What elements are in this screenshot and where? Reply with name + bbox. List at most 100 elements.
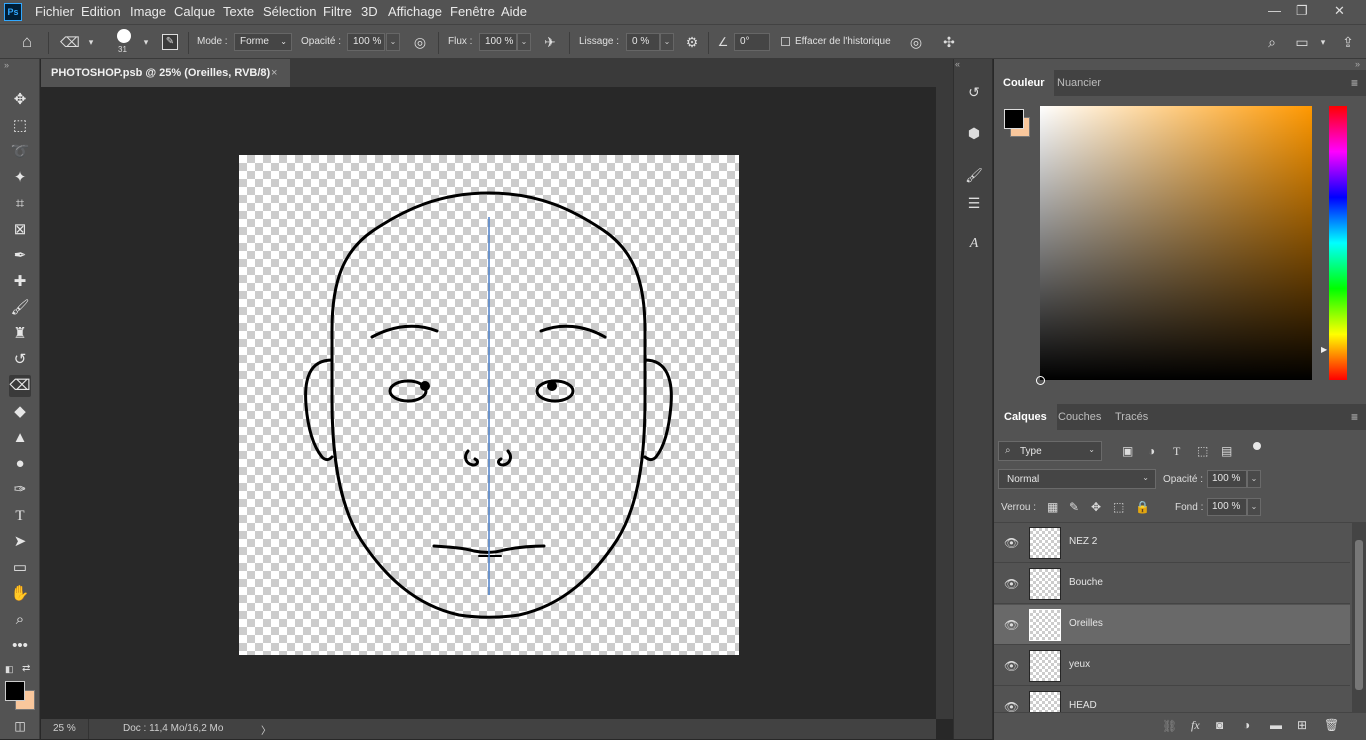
color-foreground-swatch[interactable] [1004,109,1024,129]
healing-brush-tool-icon[interactable]: ✚ [9,271,31,293]
brush-settings-panel-icon[interactable]: 🖌 [963,164,985,186]
brush-settings-icon[interactable]: ✎ [162,34,178,50]
angle-input[interactable]: 0° [734,33,770,51]
symmetry-icon[interactable]: ✣ [940,33,958,51]
new-group-icon[interactable]: ▬ [1270,718,1282,732]
layer-opacity-dropdown[interactable]: ⌄ [1247,470,1261,488]
blend-mode-select[interactable]: Normal ⌄ [998,469,1156,489]
hue-slider-handle[interactable]: ▶ [1321,345,1327,354]
document-tab[interactable]: PHOTOSHOP.psb @ 25% (Oreilles, RVB/8) × [41,59,290,87]
delete-layer-icon[interactable]: 🗑 [1324,718,1339,732]
erase-history-checkbox[interactable] [781,37,790,46]
lock-transparency-icon[interactable]: ▦ [1047,500,1058,514]
eye-icon[interactable]: 👁 [1004,577,1019,591]
airbrush-icon[interactable]: ✈ [541,33,559,51]
filter-smart-object-icon[interactable]: ▤ [1221,444,1232,458]
opacity-input[interactable]: 100 % [347,33,385,51]
marquee-tool-icon[interactable]: ⬚ [9,115,31,137]
lock-position-icon[interactable]: ✥ [1091,500,1101,514]
history-brush-tool-icon[interactable]: ↺ [9,349,31,371]
fill-input[interactable]: 100 % [1207,498,1247,516]
menu-texte[interactable]: Texte [223,4,254,19]
brush-tip-icon[interactable] [117,29,131,43]
zoom-level[interactable]: 25 % [53,723,76,734]
pen-tool-icon[interactable]: ✑ [9,479,31,501]
menu-edition[interactable]: Edition [81,4,121,19]
menu-calque[interactable]: Calque [174,4,215,19]
workspace-icon[interactable]: ▭ [1293,33,1311,51]
layer-row-selected[interactable]: 👁 Oreilles [994,605,1350,645]
link-layers-icon[interactable]: ⛓ [1162,719,1177,733]
frame-tool-icon[interactable]: ⊠ [9,219,31,241]
hue-slider[interactable] [1329,106,1347,380]
eyedropper-tool-icon[interactable]: ✒ [9,245,31,267]
chevron-down-icon[interactable]: ▾ [1314,33,1332,51]
eye-icon[interactable]: 👁 [1004,659,1019,673]
tab-couleur[interactable]: Couleur [994,70,1054,96]
menu-filtre[interactable]: Filtre [323,4,352,19]
layers-scrollbar[interactable] [1352,522,1366,712]
dodge-tool-icon[interactable]: ● [9,453,31,475]
menu-aide[interactable]: Aide [501,4,527,19]
collapse-icon[interactable]: » [4,60,9,70]
filter-adjustment-icon[interactable]: ◑ [1148,444,1155,458]
character-panel-icon[interactable]: A [963,233,985,255]
sharpen-tool-icon[interactable]: ▲ [9,427,31,449]
tab-calques[interactable]: Calques [994,404,1057,430]
filter-type-icon[interactable]: T [1173,444,1180,459]
eraser-preset-icon[interactable]: ⌫ [60,33,80,51]
layers-scrollbar-thumb[interactable] [1355,540,1363,690]
type-tool-icon[interactable]: T [9,505,31,527]
smoothing-dropdown[interactable]: ⌄ [660,33,674,51]
flow-input[interactable]: 100 % [479,33,517,51]
brush-tool-icon[interactable]: 🖌 [9,297,31,319]
filter-shape-icon[interactable]: ⬚ [1197,444,1208,458]
menu-fenetre[interactable]: Fenêtre [450,4,495,19]
eye-icon[interactable]: 👁 [1004,618,1019,632]
fx-icon[interactable]: fx [1191,718,1200,733]
flow-dropdown[interactable]: ⌄ [517,33,531,51]
layer-row[interactable]: 👁 Bouche [994,564,1350,604]
tab-couches[interactable]: Couches [1058,404,1101,430]
tab-nuancier[interactable]: Nuancier [1057,70,1101,96]
new-layer-icon[interactable]: ⊞ [1297,718,1307,732]
search-icon[interactable]: ⌕ [1263,33,1281,51]
gear-icon[interactable]: ⚙ [683,33,701,51]
chevron-down-icon[interactable]: ▾ [137,33,155,51]
pressure-opacity-icon[interactable]: ◎ [411,33,429,51]
status-arrow-icon[interactable]: 〉 [261,722,271,737]
crop-tool-icon[interactable]: ⌗ [9,193,31,215]
lock-artboard-icon[interactable]: ⬚ [1113,500,1124,514]
home-icon[interactable]: ⌂ [18,33,36,51]
adjustments-panel-icon[interactable]: ☰ [963,192,985,214]
3d-panel-icon[interactable]: ⬢ [963,122,985,144]
collapse-right-icon[interactable]: » [1355,59,1360,69]
layer-opacity-input[interactable]: 100 % [1207,470,1247,488]
paint-bucket-tool-icon[interactable]: ◆ [9,401,31,423]
lasso-tool-icon[interactable]: ➰ [9,141,31,163]
tab-traces[interactable]: Tracés [1115,404,1148,430]
restore-button[interactable]: ❐ [1296,3,1308,19]
canvas-scrollbar[interactable] [936,87,953,719]
menu-image[interactable]: Image [130,4,166,19]
menu-3d[interactable]: 3D [361,4,378,19]
chevron-down-icon[interactable]: ▾ [82,33,100,51]
more-tools-icon[interactable]: ••• [9,635,31,657]
minimize-button[interactable]: — [1268,3,1281,18]
layer-filter-select[interactable]: ⌕ Type ⌄ [998,441,1102,461]
move-tool-icon[interactable]: ✥ [9,89,31,111]
layer-row[interactable]: 👁 NEZ 2 [994,523,1350,563]
adjustment-layer-icon[interactable]: ◑ [1243,718,1250,732]
document-canvas[interactable] [239,155,739,655]
pressure-size-icon[interactable]: ◎ [907,33,925,51]
path-selection-tool-icon[interactable]: ➤ [9,531,31,553]
swap-colors-icon[interactable]: ⇄ [22,663,30,674]
default-colors-icon[interactable]: ◧ [5,664,14,675]
close-button[interactable]: ✕ [1334,3,1345,19]
share-icon[interactable]: ⇪ [1339,33,1357,51]
layer-row[interactable]: 👁 yeux [994,646,1350,686]
eraser-tool-icon[interactable]: ⌫ [9,375,31,397]
magic-wand-tool-icon[interactable]: ✦ [9,167,31,189]
rectangle-tool-icon[interactable]: ▭ [9,557,31,579]
stamp-tool-icon[interactable]: ♜ [9,323,31,345]
